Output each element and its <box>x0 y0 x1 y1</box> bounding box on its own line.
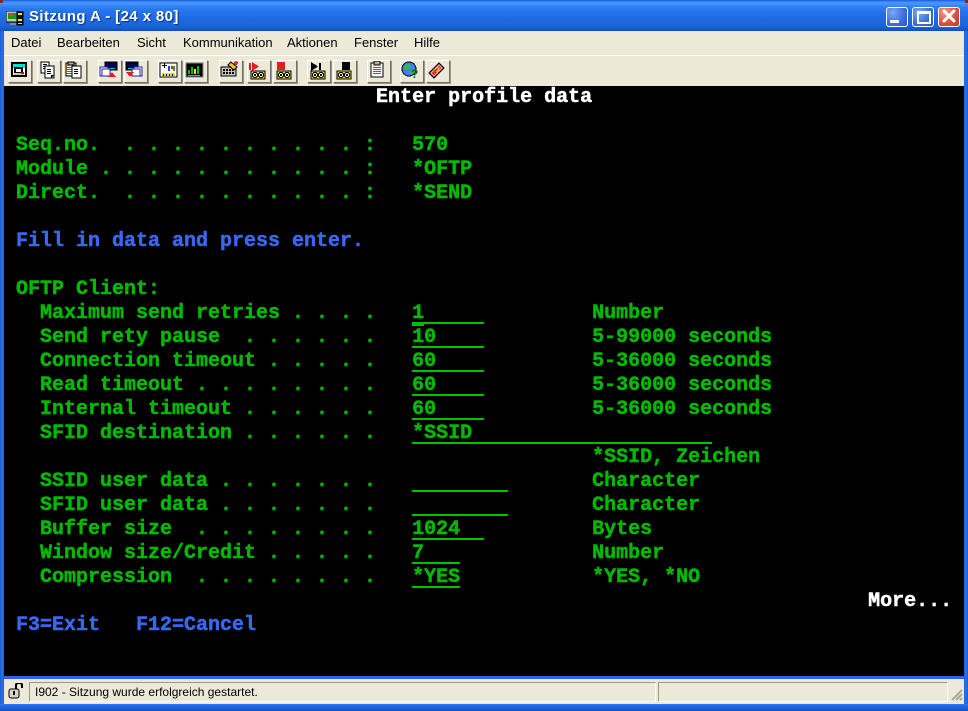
svg-text:?: ? <box>434 66 440 77</box>
svg-text:?: ? <box>411 67 418 80</box>
